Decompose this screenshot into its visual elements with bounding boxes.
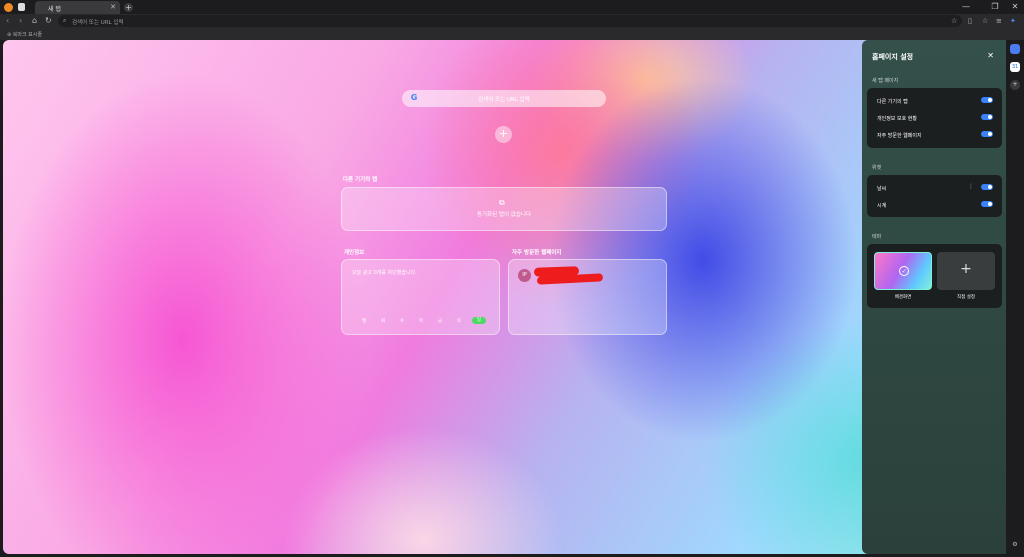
theme-card: ✓ 배경화면 + 직접 설정 [867, 244, 1002, 308]
day-label: 목 [419, 319, 424, 324]
browser-logo-icon[interactable] [4, 3, 13, 12]
back-icon[interactable]: ‹ [6, 16, 9, 25]
option-label: 다른 기기의 탭 [877, 99, 908, 105]
option-label: 개인정보 보호 현황 [877, 116, 917, 122]
day-label: 화 [381, 319, 386, 324]
home-icon[interactable]: ⌂ [32, 16, 37, 25]
menu-icon[interactable]: ≡ [996, 17, 1002, 25]
toggle-clock[interactable] [981, 201, 993, 207]
day-label: 금 [438, 319, 443, 324]
theme-custom-thumb[interactable]: + [937, 252, 995, 290]
privacy-summary: 오늘 광고 0개를 차단했습니다. [352, 270, 417, 276]
minimize-button[interactable]: — [956, 2, 976, 11]
new-tab-button[interactable]: + [124, 3, 133, 12]
selected-check-icon: ✓ [899, 266, 909, 276]
settings-gear-icon[interactable]: ⚙ [1010, 540, 1020, 550]
bookmarks-bar-icon: ⊕ [7, 32, 12, 38]
search-box[interactable]: G 검색어 또는 URL 입력 [402, 90, 606, 107]
toggle-privacy[interactable] [981, 114, 993, 120]
day-label: 월 [362, 319, 367, 324]
calendar-icon[interactable]: 31 [1010, 62, 1020, 72]
address-bar[interactable]: ⌕ 검색어 또는 URL 입력 [58, 15, 962, 27]
widget-label: 시계 [877, 203, 887, 209]
devices-icon: ⧉ [499, 198, 505, 207]
panel-title: 홈페이지 설정 [872, 53, 914, 61]
reader-mode-icon[interactable]: ▯ [968, 17, 972, 25]
restore-button[interactable]: ❐ [985, 2, 1005, 11]
newtab-options-card: 다른 기기의 탭 개인정보 보호 현황 자주 방문한 웹페이지 [867, 88, 1002, 148]
devices-heading: 다른 기기의 탭 [343, 177, 378, 183]
theme-wallpaper-thumb[interactable]: ✓ [874, 252, 932, 290]
new-tab-page: G 검색어 또는 URL 입력 + 다른 기기의 탭 ⧉ 동기화된 탭이 없습니… [3, 40, 1006, 554]
tab-title: 새 탭 [48, 6, 61, 13]
widgets-card: 날씨 ⋮ 시계 [867, 175, 1002, 217]
tab-new-tab[interactable]: 새 탭 ✕ [35, 1, 120, 14]
right-sidebar: 31 + ⚙ [1006, 40, 1024, 557]
tab-close-icon[interactable]: ✕ [110, 3, 116, 11]
favorites-icon[interactable]: ☆ [982, 17, 988, 25]
day-label-active: 일 [472, 317, 486, 324]
tab-list-icon[interactable] [18, 3, 25, 11]
address-placeholder: 검색어 또는 URL 입력 [72, 20, 124, 26]
day-label: 수 [400, 319, 405, 324]
theme-section-label: 테마 [872, 234, 882, 240]
devices-empty-text: 동기화된 탭이 없습니다 [476, 212, 532, 218]
devices-card[interactable]: ⧉ 동기화된 탭이 없습니다 [341, 187, 667, 231]
toggle-weather[interactable] [981, 184, 993, 190]
widgets-section-label: 위젯 [872, 165, 882, 171]
toggle-other-devices[interactable] [981, 97, 993, 103]
bookmarks-bar-label[interactable]: 북마크 표시줄 [13, 32, 42, 38]
reload-icon[interactable]: ↻ [45, 16, 52, 25]
title-bar: 새 탭 ✕ + — ❐ ✕ [0, 0, 1024, 14]
forward-icon[interactable]: › [19, 16, 22, 25]
widget-label: 날씨 [877, 186, 887, 192]
privacy-card[interactable]: 오늘 광고 0개를 차단했습니다. 월 화 수 목 금 토 일 [341, 259, 500, 335]
toolbar: ‹ › ⌂ ↻ ⌕ 검색어 또는 URL 입력 ☆ ▯ ☆ ≡ ✦ [0, 14, 1024, 28]
frequent-heading: 자주 방문한 웹페이지 [512, 250, 562, 256]
add-shortcut-button[interactable]: + [495, 126, 512, 143]
day-label: 토 [457, 319, 462, 324]
site-favicon[interactable]: IP [518, 269, 531, 282]
google-icon: G [410, 93, 418, 102]
theme-label: 배경화면 [894, 295, 912, 300]
search-placeholder: 검색어 또는 URL 입력 [478, 97, 530, 103]
sidebar-app-icon[interactable] [1010, 44, 1020, 54]
homepage-settings-panel: 홈페이지 설정 ✕ 새 탭 페이지 다른 기기의 탭 개인정보 보호 현황 자주… [862, 40, 1006, 554]
frequent-sites-card: IP [508, 259, 667, 335]
close-window-button[interactable]: ✕ [1005, 2, 1024, 11]
add-icon: + [960, 261, 972, 277]
newtab-section-label: 새 탭 페이지 [872, 78, 899, 84]
sidebar-add-icon[interactable]: + [1010, 80, 1020, 90]
more-options-icon[interactable]: ⋮ [968, 183, 974, 190]
option-label: 자주 방문한 웹페이지 [877, 133, 922, 139]
bookmarks-bar: ⊕ 북마크 표시줄 [0, 28, 1024, 40]
bookmark-star-icon[interactable]: ☆ [951, 17, 957, 25]
privacy-heading: 개인정보 [344, 250, 365, 256]
search-icon: ⌕ [63, 17, 67, 24]
extension-icon[interactable]: ✦ [1010, 17, 1016, 25]
toggle-frequent-sites[interactable] [981, 131, 993, 137]
panel-close-icon[interactable]: ✕ [987, 51, 994, 60]
theme-label: 직접 설정 [957, 295, 975, 300]
